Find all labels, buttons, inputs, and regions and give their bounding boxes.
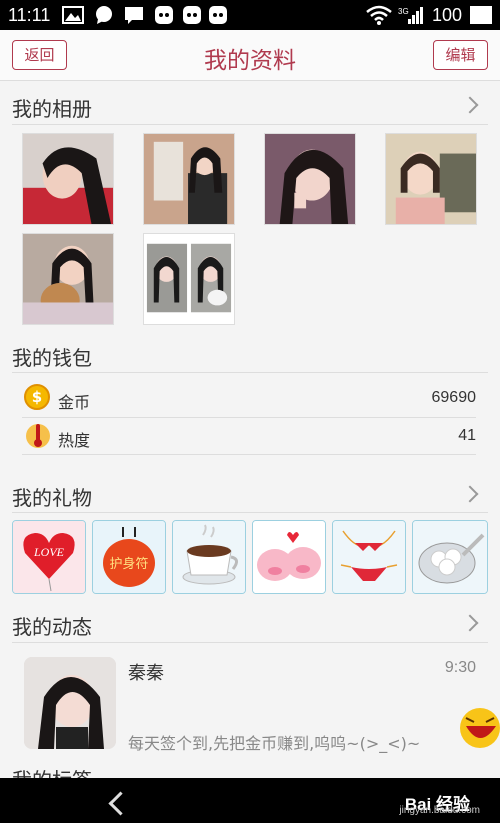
edit-button[interactable]: 编辑 bbox=[433, 40, 488, 70]
album-photo-2[interactable] bbox=[143, 133, 235, 225]
gift-heart-balloon[interactable]: LOVE bbox=[12, 520, 86, 594]
divider bbox=[12, 512, 488, 513]
coffee-cup-icon bbox=[173, 521, 245, 593]
bikini-icon bbox=[333, 521, 405, 593]
wallet-row-heat: 热度 41 bbox=[22, 419, 476, 455]
wallet-row-coins: $ 金币 69690 bbox=[22, 381, 476, 417]
divider bbox=[12, 372, 488, 373]
page-title: 我的资料 bbox=[204, 48, 296, 74]
status-time: 11:11 bbox=[8, 5, 51, 25]
divider bbox=[12, 642, 488, 643]
album-photo-4[interactable] bbox=[385, 133, 477, 225]
amulet-icon: 护身符 bbox=[93, 521, 165, 593]
thermometer-icon bbox=[26, 424, 50, 448]
back-arrow-icon[interactable] bbox=[108, 791, 133, 816]
wallet-label: 金币 bbox=[58, 393, 91, 412]
heart-balloon-icon: LOVE bbox=[13, 521, 85, 593]
network-type: 3G bbox=[398, 7, 409, 16]
post-message: 每天签个到,先把金币赚到,呜呜~(>_<)~ bbox=[128, 734, 421, 753]
chat-bubble-icon bbox=[96, 6, 112, 24]
coin-icon: $ bbox=[24, 384, 50, 410]
app-notification-icon-2 bbox=[183, 6, 201, 24]
watermark-site: jingyan.baidu.com bbox=[399, 805, 480, 816]
feed-section-title[interactable]: 我的动态 bbox=[12, 611, 92, 640]
message-icon bbox=[125, 7, 143, 24]
album-section-title[interactable]: 我的相册 bbox=[12, 93, 92, 122]
wallet-value: 41 bbox=[458, 427, 476, 444]
chevron-right-icon[interactable] bbox=[461, 614, 479, 632]
app-header: 返回 我的资料 编辑 bbox=[0, 30, 500, 81]
gift-coffee[interactable] bbox=[172, 520, 246, 594]
wallet-label: 热度 bbox=[58, 431, 91, 450]
navigation-bar: Bai 经验 bbox=[0, 778, 500, 823]
gift-bikini[interactable] bbox=[332, 520, 406, 594]
signal-icon: 3G bbox=[398, 7, 423, 24]
gift-amulet[interactable]: 护身符 bbox=[92, 520, 166, 594]
gift-pig-couple[interactable] bbox=[252, 520, 326, 594]
pig-couple-icon bbox=[253, 521, 325, 593]
app-notification-icon-3 bbox=[209, 6, 227, 24]
status-bar: 11:11 3G 100 bbox=[0, 0, 500, 30]
gift-text: 护身符 bbox=[109, 556, 148, 572]
divider bbox=[22, 454, 476, 455]
divider bbox=[22, 417, 476, 418]
divider bbox=[12, 124, 488, 125]
wallet-section-title: 我的钱包 bbox=[12, 346, 92, 370]
avatar[interactable] bbox=[24, 657, 116, 749]
laughing-emoji-icon bbox=[460, 708, 500, 748]
image-notification-icon bbox=[62, 6, 84, 24]
wallet-value: 69690 bbox=[431, 389, 477, 406]
battery-level: 100 bbox=[431, 5, 462, 25]
gifts-section-title[interactable]: 我的礼物 bbox=[12, 482, 92, 511]
album-photo-3[interactable] bbox=[264, 133, 356, 225]
gift-text: LOVE bbox=[33, 545, 65, 559]
album-photo-1[interactable] bbox=[22, 133, 114, 225]
app-notification-icon bbox=[155, 6, 173, 24]
gift-rice-balls[interactable] bbox=[412, 520, 488, 594]
album-photo-6[interactable] bbox=[143, 233, 235, 325]
wifi-icon bbox=[366, 5, 392, 25]
battery-icon bbox=[470, 6, 492, 24]
album-photo-5[interactable] bbox=[22, 233, 114, 325]
rice-balls-icon bbox=[413, 521, 487, 593]
chevron-right-icon[interactable] bbox=[461, 96, 479, 114]
chevron-right-icon[interactable] bbox=[461, 485, 479, 503]
post-time: 9:30 bbox=[444, 659, 476, 676]
post-username[interactable]: 秦秦 bbox=[128, 659, 164, 685]
